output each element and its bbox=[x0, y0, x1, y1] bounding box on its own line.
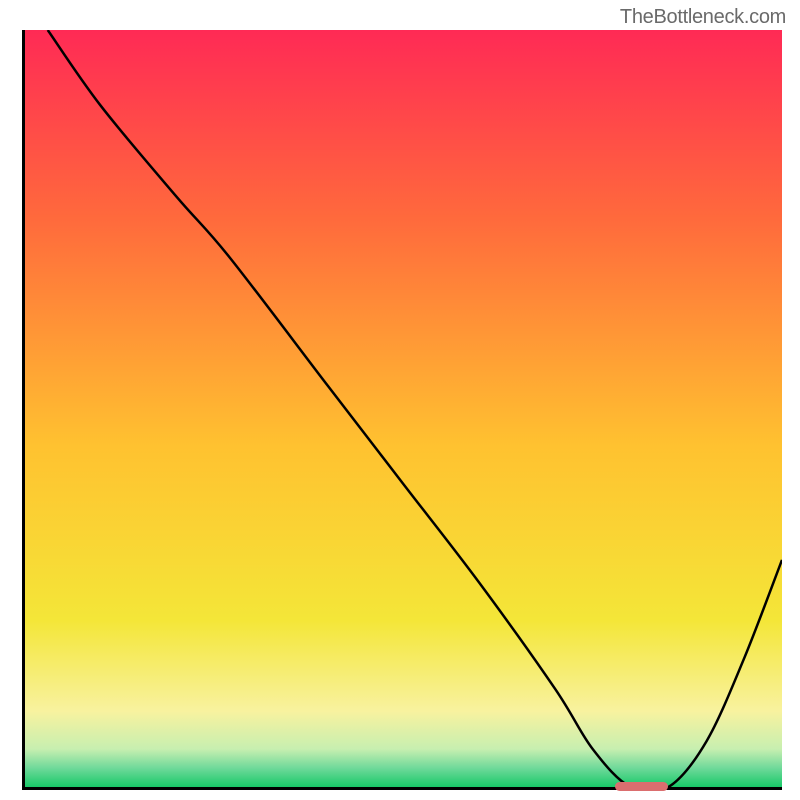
optimal-range-marker bbox=[615, 782, 668, 791]
watermark-text: TheBottleneck.com bbox=[620, 6, 786, 29]
bottleneck-curve bbox=[25, 30, 782, 787]
